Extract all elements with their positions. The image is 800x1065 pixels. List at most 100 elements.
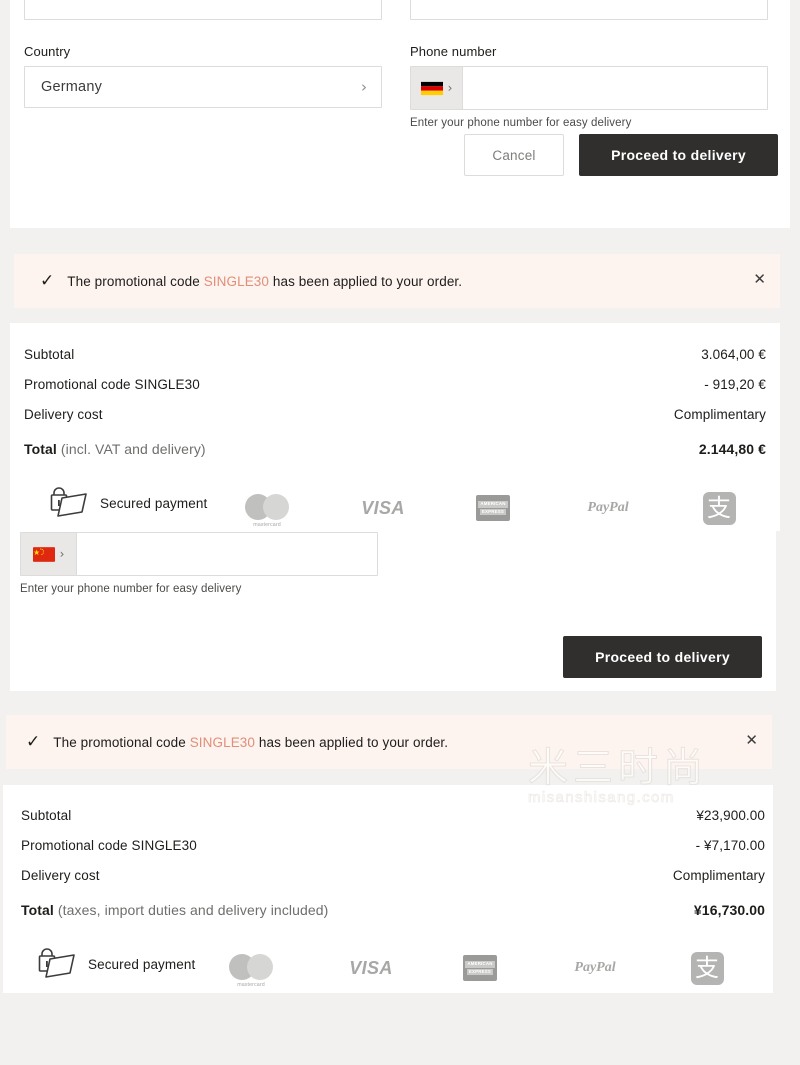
promo-banner-cny: ✓ The promotional code SINGLE30 has been…: [6, 715, 772, 769]
address-form-card: Country Germany › Phone number › Enter y…: [10, 0, 790, 228]
summary-row-promo-eur: Promotional code SINGLE30 - 919,20 €: [24, 377, 766, 392]
check-icon: ✓: [26, 731, 41, 752]
promo-text-after: has been applied to your order.: [272, 273, 463, 289]
secured-payment-strip-top: Secured payment: [46, 487, 207, 519]
secondary-address-form-card: › Enter your phone number for easy deliv…: [10, 531, 776, 691]
summary-amount: ¥23,900.00: [696, 808, 765, 823]
chevron-right-icon: ›: [59, 547, 65, 561]
total-amount: ¥16,730.00: [693, 902, 765, 918]
summary-amount: - 919,20 €: [704, 377, 766, 392]
promo-banner-eur-text: The promotional code SINGLE30 has been a…: [67, 274, 462, 289]
country-label: Country: [24, 44, 71, 59]
city-input[interactable]: [410, 0, 768, 20]
summary-amount: Complimentary: [673, 407, 766, 422]
total-note: (taxes, import duties and delivery inclu…: [57, 902, 329, 918]
secured-payment-label: Secured payment: [88, 956, 196, 972]
secured-payment-strip-bottom: Secured payment: [34, 948, 195, 980]
total-label: Total: [24, 441, 57, 457]
flag-germany-icon: [420, 81, 443, 95]
alipay-glyph: 支: [695, 954, 719, 982]
promo-code: SINGLE30: [189, 734, 256, 750]
checkout-page: Country Germany › Phone number › Enter y…: [0, 0, 800, 1065]
secondary-country-code-selector[interactable]: ›: [21, 533, 77, 575]
phone-number-input[interactable]: [463, 67, 767, 109]
promo-text-after: has been applied to your order.: [258, 734, 449, 750]
paypal-wordmark: PayPal: [574, 960, 616, 975]
promo-banner-eur: ✓ The promotional code SINGLE30 has been…: [14, 254, 780, 308]
amex-line1: AMERICAN: [478, 501, 508, 508]
secure-card-lock-icon: [38, 948, 75, 978]
promo-text-before: The promotional code: [67, 273, 200, 289]
summary-label: Promotional code SINGLE30: [24, 377, 200, 392]
phone-helper-text: Enter your phone number for easy deliver…: [410, 117, 632, 129]
summary-row-subtotal-eur: Subtotal 3.064,00 €: [24, 347, 766, 362]
visa-wordmark: VISA: [361, 497, 405, 518]
paypal-wordmark: PayPal: [587, 500, 629, 515]
proceed-to-delivery-button[interactable]: Proceed to delivery: [579, 134, 778, 176]
phone-field: Phone number › Enter your phone number f…: [410, 44, 768, 129]
summary-amount: 3.064,00 €: [701, 347, 766, 362]
alipay-logo: 支: [701, 490, 737, 526]
promo-text-before: The promotional code: [53, 734, 186, 750]
amex-line2: EXPRESS: [479, 508, 507, 515]
summary-row-total-eur: Total (incl. VAT and delivery) 2.144,80 …: [24, 441, 766, 457]
total-amount: 2.144,80 €: [698, 441, 766, 457]
address-line-input[interactable]: [24, 0, 382, 20]
address-field-left-truncated: [24, 0, 382, 20]
mastercard-wordmark: mastercard: [237, 982, 265, 988]
secure-card-lock-icon: [50, 487, 87, 517]
summary-label: Promotional code SINGLE30: [21, 838, 197, 853]
summary-row-total-cny: Total (taxes, import duties and delivery…: [21, 902, 765, 918]
amex-line2: EXPRESS: [466, 968, 494, 975]
cancel-button[interactable]: Cancel: [464, 134, 564, 176]
total-note: (incl. VAT and delivery): [60, 441, 206, 457]
summary-label: Delivery cost: [24, 407, 103, 422]
country-field: Country Germany ›: [24, 44, 382, 108]
chevron-right-icon: ›: [361, 77, 367, 96]
summary-row-delivery-eur: Delivery cost Complimentary: [24, 407, 766, 422]
country-code-selector[interactable]: ›: [411, 67, 463, 109]
summary-amount: Complimentary: [672, 868, 765, 883]
secondary-phone-number-input[interactable]: [77, 533, 377, 575]
flag-china-icon: [32, 546, 55, 562]
alipay-glyph: 支: [707, 494, 731, 522]
secondary-phone-input-group: ›: [20, 532, 378, 576]
summary-row-delivery-cny: Delivery cost Complimentary: [21, 868, 765, 883]
order-summary-card-cny: Subtotal ¥23,900.00 Promotional code SIN…: [3, 785, 773, 993]
mastercard-logo: mastercard: [229, 952, 273, 988]
summary-label: Subtotal: [21, 808, 72, 823]
phone-label: Phone number: [410, 44, 497, 59]
promo-code: SINGLE30: [203, 273, 270, 289]
summary-row-subtotal-cny: Subtotal ¥23,900.00: [21, 808, 765, 823]
address-field-right-truncated: [410, 0, 768, 20]
secondary-proceed-to-delivery-button[interactable]: Proceed to delivery: [563, 636, 762, 678]
mastercard-logo: mastercard: [245, 492, 289, 528]
close-icon[interactable]: ✕: [745, 733, 758, 748]
amex-logo: AMERICAN EXPRESS: [462, 954, 498, 982]
visa-wordmark: VISA: [349, 957, 393, 978]
amex-logo: AMERICAN EXPRESS: [475, 494, 511, 522]
alipay-logo: 支: [689, 950, 725, 986]
country-select[interactable]: Germany ›: [24, 66, 382, 108]
secondary-phone-helper-text: Enter your phone number for easy deliver…: [20, 583, 242, 595]
paypal-logo: PayPal: [569, 958, 621, 978]
total-label: Total: [21, 902, 54, 918]
visa-logo: VISA: [355, 495, 411, 521]
mastercard-wordmark: mastercard: [253, 522, 281, 528]
country-select-value: Germany: [41, 79, 103, 95]
visa-logo: VISA: [343, 955, 399, 981]
chevron-right-icon: ›: [447, 81, 453, 95]
summary-amount: - ¥7,170.00: [695, 838, 765, 853]
summary-label: Subtotal: [24, 347, 75, 362]
amex-line1: AMERICAN: [465, 961, 495, 968]
order-summary-card-eur: Subtotal 3.064,00 € Promotional code SIN…: [10, 323, 780, 531]
secured-payment-label: Secured payment: [100, 495, 208, 511]
check-icon: ✓: [40, 270, 55, 291]
phone-input-group: ›: [410, 66, 768, 110]
secondary-phone-field: › Enter your phone number for easy deliv…: [20, 532, 378, 595]
close-icon[interactable]: ✕: [753, 272, 766, 287]
summary-label: Delivery cost: [21, 868, 100, 883]
promo-banner-cny-text: The promotional code SINGLE30 has been a…: [53, 735, 448, 750]
paypal-logo: PayPal: [582, 498, 634, 518]
summary-row-promo-cny: Promotional code SINGLE30 - ¥7,170.00: [21, 838, 765, 853]
